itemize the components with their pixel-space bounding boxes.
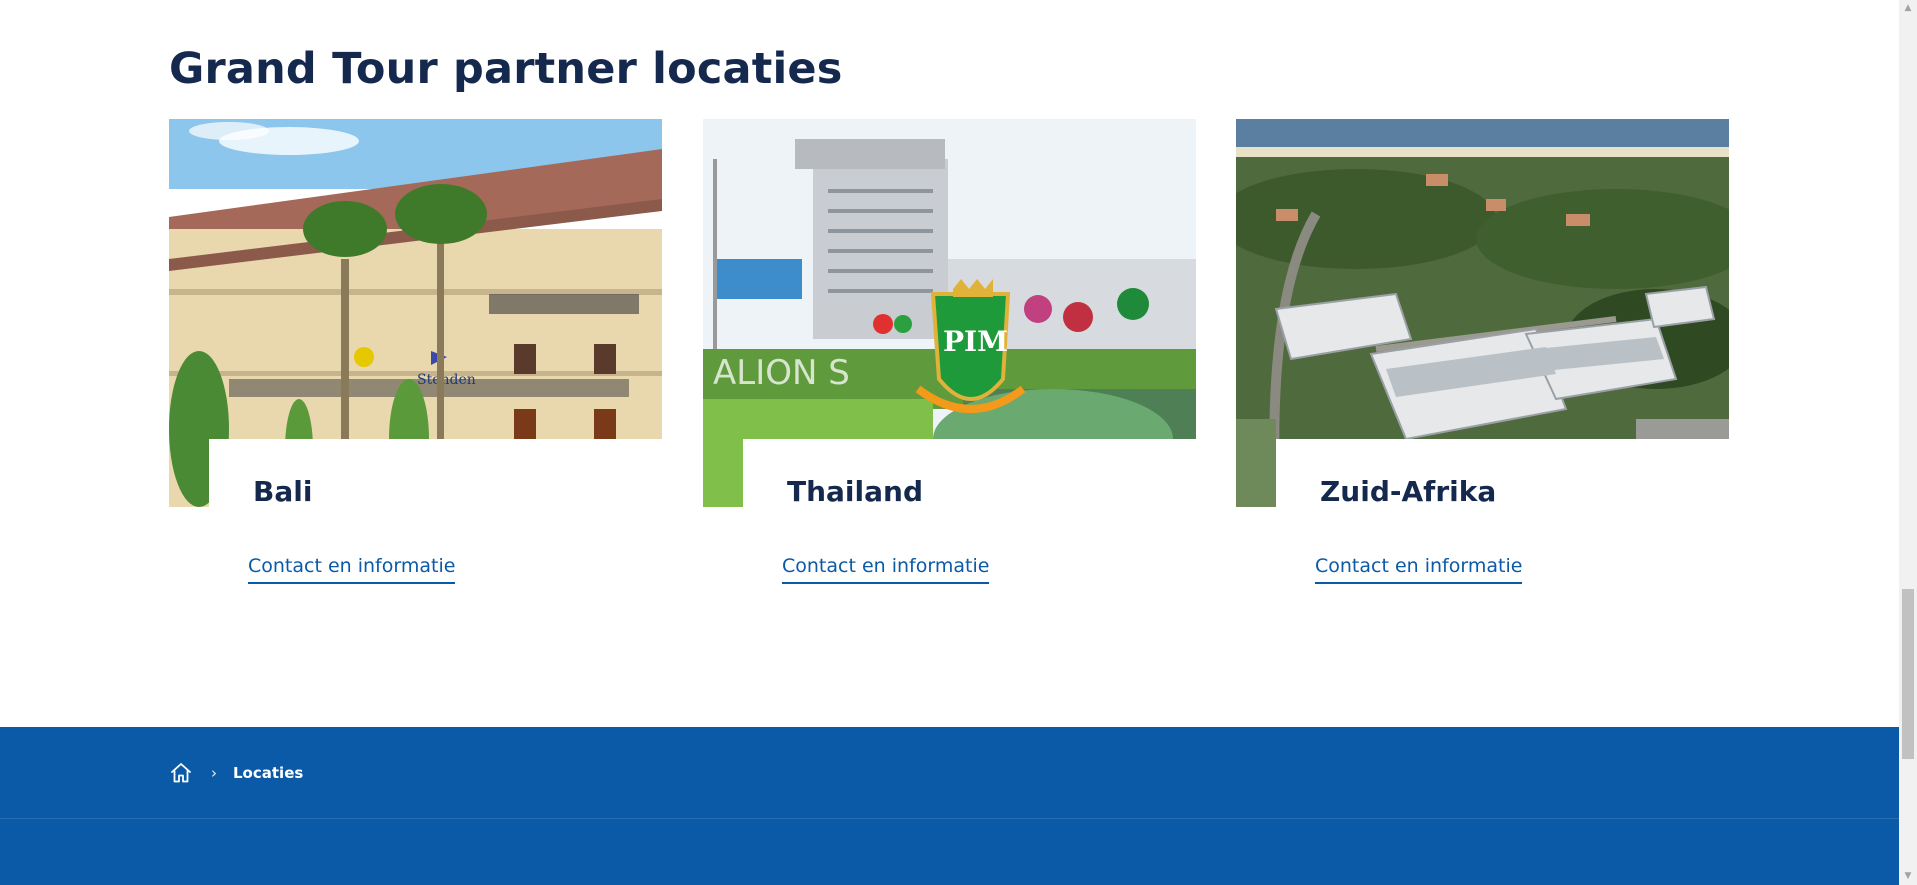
scroll-thumb[interactable] xyxy=(1902,589,1914,759)
home-icon[interactable] xyxy=(169,761,193,785)
location-card-zuid-afrika: Zuid-Afrika Contact en informatie xyxy=(1236,119,1729,589)
scroll-down-arrow[interactable]: ▼ xyxy=(1899,868,1917,885)
vertical-scrollbar[interactable]: ▲ ▼ xyxy=(1899,0,1917,885)
svg-text:PIM: PIM xyxy=(943,325,1008,358)
breadcrumb-current: Locaties xyxy=(233,764,304,782)
contact-link-bali[interactable]: Contact en informatie xyxy=(248,555,456,584)
card-panel: Thailand Contact en informatie xyxy=(743,439,1196,589)
location-card-bali: Stenden Bali Contact en informatie xyxy=(169,119,662,589)
footer: › Locaties xyxy=(0,727,1899,885)
section-title: Grand Tour partner locaties xyxy=(169,44,843,94)
card-panel: Zuid-Afrika Contact en informatie xyxy=(1276,439,1729,589)
contact-link-zuid-afrika[interactable]: Contact en informatie xyxy=(1315,555,1523,584)
card-title: Thailand xyxy=(787,475,923,508)
svg-text:ALION S: ALION S xyxy=(713,353,850,393)
breadcrumb: › Locaties xyxy=(169,757,303,789)
card-panel: Bali Contact en informatie xyxy=(209,439,662,589)
contact-link-thailand[interactable]: Contact en informatie xyxy=(782,555,990,584)
svg-text:Stenden: Stenden xyxy=(417,372,476,388)
card-title: Zuid-Afrika xyxy=(1320,475,1497,508)
breadcrumb-separator: › xyxy=(211,764,217,782)
main-content: Grand Tour partner locaties Stenden Bali… xyxy=(0,0,1899,727)
card-title: Bali xyxy=(253,475,313,508)
location-card-thailand: ALION S PIM Thailand Contact en informat… xyxy=(703,119,1196,589)
footer-divider xyxy=(0,818,1899,819)
scroll-up-arrow[interactable]: ▲ xyxy=(1899,0,1917,17)
